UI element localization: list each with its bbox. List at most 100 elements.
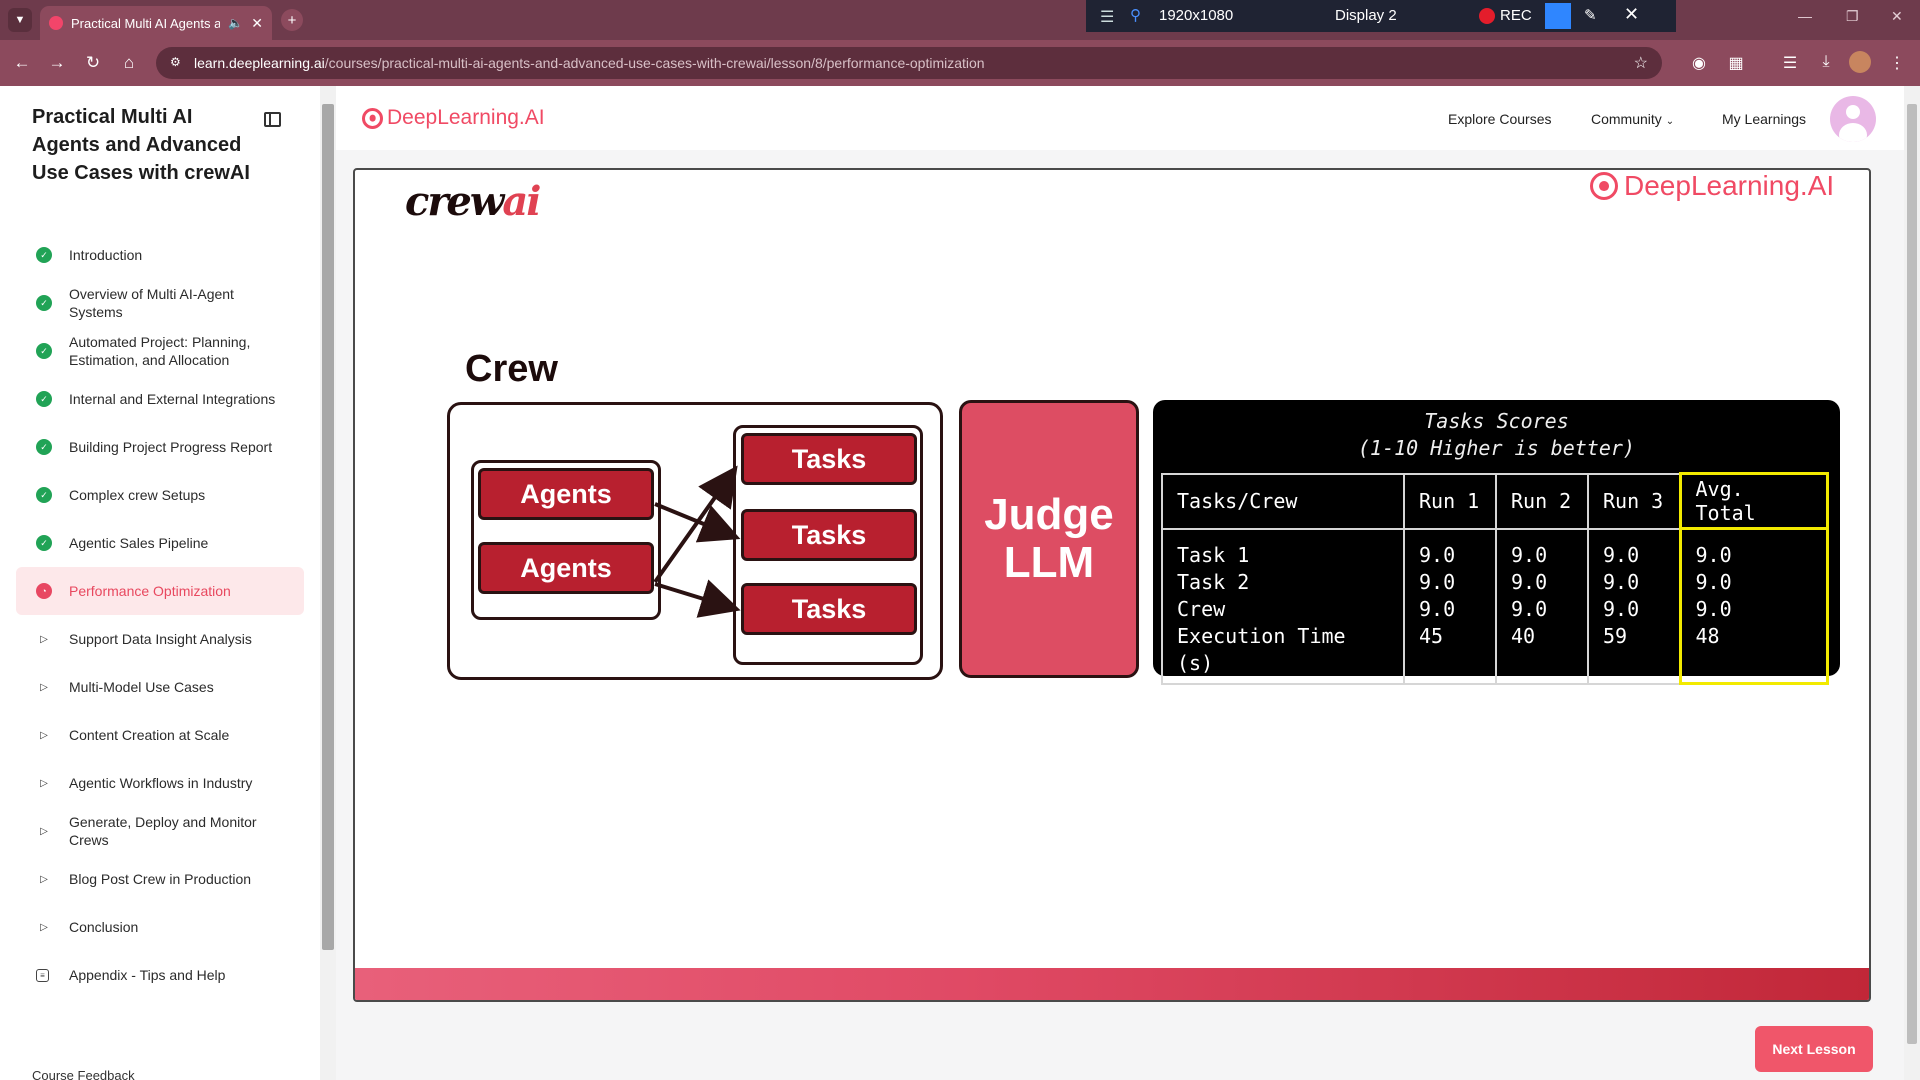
- lesson-label: Content Creation at Scale: [69, 727, 230, 743]
- lesson-item[interactable]: ✓ Building Project Progress Report: [16, 423, 304, 471]
- deeplearning-logo-text: DeepLearning.AI: [387, 106, 545, 129]
- course-feedback-link[interactable]: Course Feedback: [32, 1068, 135, 1080]
- speaker-icon[interactable]: 🔈: [228, 16, 243, 30]
- lesson-item[interactable]: ✓ Complex crew Setups: [16, 471, 304, 519]
- lesson-item[interactable]: ▷ Generate, Deploy and Monitor Crews: [16, 807, 304, 855]
- task-scores-title-line1: Tasks Scores: [1424, 409, 1569, 433]
- explore-courses-link[interactable]: Explore Courses: [1448, 111, 1552, 127]
- bookmark-star-icon[interactable]: ☆: [1634, 53, 1648, 73]
- new-tab-button[interactable]: +: [281, 9, 303, 31]
- lesson-item[interactable]: ✓ Overview of Multi AI-Agent Systems: [16, 279, 304, 327]
- download-icon[interactable]: ⤓: [1815, 53, 1837, 71]
- lesson-main: DeepLearning.AI Explore Courses Communit…: [336, 86, 1904, 1080]
- url-path: /courses/practical-multi-ai-agents-and-a…: [324, 55, 985, 71]
- agents-box-2: Agents: [478, 542, 654, 594]
- run-1-cell: 9.0 9.0 9.0 45: [1403, 527, 1497, 685]
- lesson-label: Complex crew Setups: [69, 487, 206, 503]
- community-menu[interactable]: Community ⌄: [1591, 111, 1674, 127]
- address-bar[interactable]: ⚙ learn.deeplearning.ai/courses/practica…: [156, 47, 1662, 79]
- reload-icon[interactable]: ↻: [83, 53, 103, 73]
- score-value: 9.0: [1695, 570, 1732, 594]
- camera-icon[interactable]: [1545, 3, 1571, 29]
- video-slide[interactable]: crewai DeepLearning.AI Crew Agents Agent…: [353, 168, 1871, 1002]
- score-value: 9.0: [1511, 596, 1548, 621]
- arrow-agent2-task1: [653, 465, 738, 584]
- media-queue-icon[interactable]: ☰: [1779, 53, 1801, 73]
- pin-icon[interactable]: ⚲: [1130, 6, 1141, 24]
- llm-label: LLM: [1003, 538, 1095, 587]
- slide-footer-band: [355, 968, 1869, 1000]
- url-host: learn.deeplearning.ai: [194, 55, 325, 71]
- lesson-item[interactable]: ✓ Internal and External Integrations: [16, 375, 304, 423]
- deeplearning-logo[interactable]: DeepLearning.AI: [362, 106, 545, 130]
- play-icon: ▷: [40, 729, 48, 741]
- play-icon: ▷: [40, 825, 48, 837]
- lesson-item[interactable]: ✓ Automated Project: Planning, Estimation…: [16, 327, 304, 375]
- lesson-item[interactable]: ◔ Performance Optimization: [16, 567, 304, 615]
- lesson-item[interactable]: ▷ Agentic Workflows in Industry: [16, 759, 304, 807]
- tasks-box-3: Tasks: [741, 583, 917, 635]
- row-label: Task 2: [1177, 569, 1250, 594]
- next-lesson-button[interactable]: Next Lesson: [1755, 1026, 1873, 1072]
- check-circle-icon: ✓: [36, 439, 52, 455]
- lesson-label: Automated Project: Planning, Estimation,…: [69, 334, 251, 368]
- browser-tab[interactable]: Practical Multi AI Agents an 🔈 ✕: [40, 6, 272, 40]
- tab-search-icon[interactable]: ▼: [8, 8, 32, 32]
- home-icon[interactable]: ⌂: [119, 53, 139, 73]
- lesson-item[interactable]: ▷ Blog Post Crew in Production: [16, 855, 304, 903]
- back-icon[interactable]: ←: [12, 53, 32, 73]
- lesson-label: Conclusion: [69, 919, 139, 935]
- lesson-item[interactable]: ▷ Support Data Insight Analysis: [16, 615, 304, 663]
- lesson-item[interactable]: ▷ Conclusion: [16, 903, 304, 951]
- tab-title: Practical Multi AI Agents an: [71, 15, 221, 31]
- record-button[interactable]: REC: [1500, 7, 1532, 24]
- lesson-list: ✓ Introduction ✓ Overview of Multi AI-Agent…: [16, 231, 304, 999]
- close-recorder-icon[interactable]: ✕: [1624, 4, 1639, 25]
- recorder-resolution: 1920x1080: [1159, 7, 1234, 24]
- task-scores-title-line2: (1-10 Higher is better): [1358, 436, 1635, 460]
- lesson-label: Agentic Workflows in Industry: [69, 775, 253, 791]
- score-value: 9.0: [1603, 542, 1640, 567]
- close-tab-icon[interactable]: ✕: [251, 15, 263, 32]
- sidebar-scrollbar[interactable]: [320, 86, 336, 1080]
- lesson-label: Introduction: [69, 247, 143, 263]
- lesson-label: Internal and External Integrations: [69, 391, 276, 407]
- lesson-item[interactable]: ▷ Multi-Model Use Cases: [16, 663, 304, 711]
- sidebar-toggle-icon[interactable]: [264, 112, 281, 127]
- top-navigation: DeepLearning.AI Explore Courses Communit…: [336, 86, 1904, 150]
- score-value: 9.0: [1603, 596, 1640, 621]
- score-value: 48: [1695, 624, 1720, 648]
- page-scrollbar[interactable]: [1904, 86, 1920, 1080]
- minimize-icon[interactable]: —: [1798, 8, 1812, 24]
- judge-llm-box: Judge LLM: [959, 400, 1139, 678]
- score-value: 9.0: [1511, 569, 1548, 594]
- site-info-icon[interactable]: ⚙: [170, 55, 181, 69]
- extensions-puzzle-icon[interactable]: ▦: [1725, 53, 1747, 73]
- profile-avatar[interactable]: [1849, 51, 1871, 73]
- progress-circle-icon: ◔: [36, 583, 52, 599]
- lesson-item[interactable]: ▷ Content Creation at Scale: [16, 711, 304, 759]
- browser-menu-icon[interactable]: ⋮: [1886, 53, 1908, 73]
- score-value: 40: [1511, 623, 1536, 648]
- page-scrollbar-thumb[interactable]: [1907, 104, 1917, 1044]
- row-label: Execution Time (s): [1177, 623, 1346, 675]
- close-window-icon[interactable]: ✕: [1891, 8, 1903, 25]
- restore-icon[interactable]: ❐: [1846, 8, 1859, 25]
- recorder-display[interactable]: Display 2: [1335, 7, 1397, 24]
- browser-tab-bar: ▼ Practical Multi AI Agents an 🔈 ✕ + ☰ ⚲…: [0, 0, 1920, 40]
- extension-owl-icon[interactable]: ◉: [1688, 53, 1710, 73]
- score-value: 9.0: [1603, 569, 1640, 594]
- lesson-item[interactable]: ≡ Appendix - Tips and Help: [16, 951, 304, 999]
- lesson-item[interactable]: ✓ Agentic Sales Pipeline: [16, 519, 304, 567]
- pen-icon[interactable]: ✎: [1584, 6, 1597, 24]
- check-circle-icon: ✓: [36, 343, 52, 359]
- menu-icon[interactable]: ☰: [1100, 7, 1114, 27]
- course-sidebar: Practical Multi AI Agents and Advanced U…: [0, 86, 320, 1080]
- score-value: 9.0: [1695, 543, 1732, 567]
- sidebar-scrollbar-thumb[interactable]: [322, 104, 334, 950]
- lesson-item[interactable]: ✓ Introduction: [16, 231, 304, 279]
- forward-icon[interactable]: →: [47, 53, 67, 73]
- my-learnings-link[interactable]: My Learnings: [1722, 111, 1806, 127]
- user-avatar[interactable]: [1830, 96, 1876, 142]
- lesson-label: Appendix - Tips and Help: [69, 967, 226, 983]
